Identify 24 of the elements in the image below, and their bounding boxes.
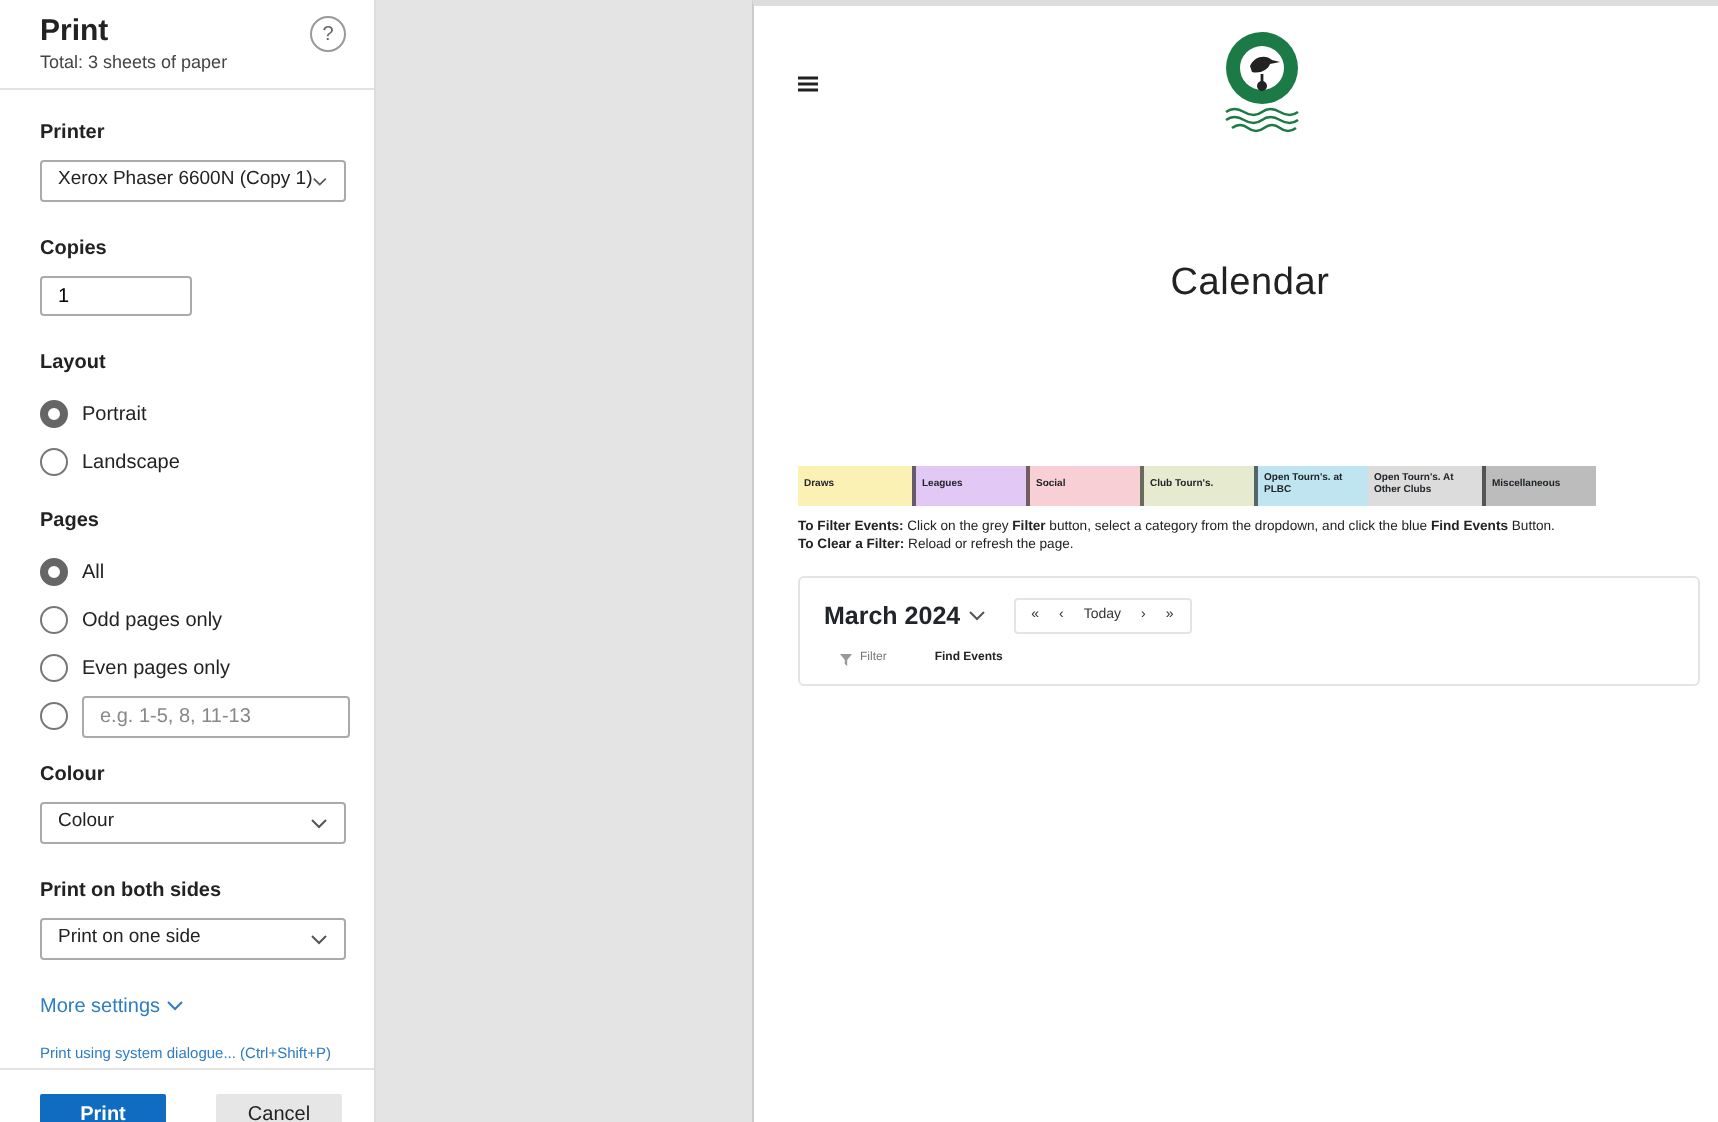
radio-label: All: [82, 559, 105, 587]
cancel-button[interactable]: Cancel: [216, 1094, 342, 1122]
printer-dropdown[interactable]: Xerox Phaser 6600N (Copy 1): [40, 160, 346, 202]
copies-field[interactable]: 1: [40, 276, 192, 316]
sheet-count: Total: 3 sheets of paper: [40, 49, 228, 76]
page-heading: Calendar: [1168, 260, 1332, 308]
more-settings-link[interactable]: More settings: [40, 996, 184, 1018]
sides-dropdown[interactable]: Print on one side: [40, 918, 346, 960]
radio-label: Portrait: [82, 401, 147, 429]
field-label: Pages: [40, 508, 101, 536]
radio-label: Odd pages only: [82, 607, 223, 635]
dialog-title: Print: [40, 16, 111, 49]
month-selector[interactable]: March 2024: [824, 597, 986, 635]
field-label: Copies: [40, 236, 109, 264]
help-button[interactable]: ?: [310, 16, 346, 52]
field-label: Colour: [40, 762, 107, 790]
field-label: Print on both sides: [40, 878, 224, 906]
radio-label: Even pages only: [82, 655, 230, 683]
print-button[interactable]: Print: [40, 1094, 166, 1122]
colour-dropdown[interactable]: Colour: [40, 802, 346, 844]
field-label: Layout: [40, 350, 108, 378]
radio-label: Landscape: [82, 449, 180, 477]
page-range-field[interactable]: e.g. 1-5, 8, 11-13: [82, 695, 350, 737]
field-label: Printer: [40, 120, 107, 148]
